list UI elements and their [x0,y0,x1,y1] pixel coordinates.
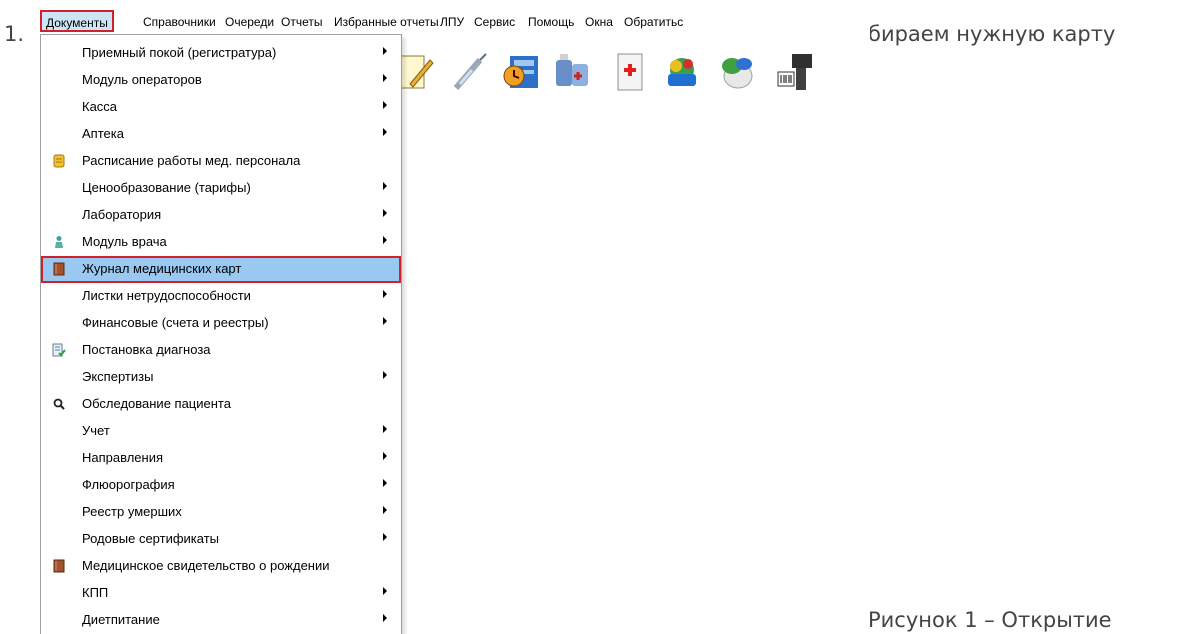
menu-item-pricing[interactable]: Ценообразование (тарифы) [41,175,401,202]
menu-item-label: Родовые сертификаты [82,531,220,546]
menu-item-label: Реестр умерших [82,504,182,519]
menu-queues[interactable]: Очереди [225,15,274,29]
syringe-icon[interactable] [450,50,490,94]
menu-item-pharmacy[interactable]: Аптека [41,121,401,148]
documents-dropdown-menu: Приемный покой (регистратура) Модуль опе… [40,34,402,634]
submenu-arrow-icon [383,452,387,460]
menu-item-label: Аптека [82,126,124,141]
menu-item-label: Приемный покой (регистратура) [82,45,277,60]
menu-item-label: Экспертизы [82,369,154,384]
menu-item-label: Финансовые (счета и реестры) [82,315,269,330]
submenu-arrow-icon [383,47,387,55]
menu-item-fluorography[interactable]: Флюорография [41,472,401,499]
menu-item-diagnosis[interactable]: Постановка диагноза [41,337,401,364]
workspace [400,98,870,634]
menu-documents[interactable]: Документы [40,10,114,32]
schedule-icon[interactable] [502,50,542,94]
menu-item-label: Модуль операторов [82,72,202,87]
submenu-arrow-icon [383,74,387,82]
pills-icon[interactable] [718,50,758,94]
book-icon [52,262,66,276]
schedule-icon [52,154,66,168]
menu-item-label: Лаборатория [82,207,162,222]
menu-item-operators[interactable]: Модуль операторов [41,67,401,94]
menu-item-staff-schedule[interactable]: Расписание работы мед. персонала [41,148,401,175]
menu-item-reception[interactable]: Приемный покой (регистратура) [41,40,401,67]
menu-item-laboratory[interactable]: Лаборатория [41,202,401,229]
submenu-arrow-icon [383,317,387,325]
menu-item-label: Направления [82,450,164,465]
menu-item-label: Касса [82,99,118,114]
submenu-arrow-icon [383,101,387,109]
menu-item-label: Постановка диагноза [82,342,211,357]
menu-item-kpp[interactable]: КПП [41,580,401,607]
step-number: 1. [4,22,25,46]
figure-caption: Рисунок 1 – Открытие [868,608,1112,632]
submenu-arrow-icon [383,506,387,514]
submenu-arrow-icon [383,371,387,379]
menu-item-sick-leave[interactable]: Листки нетрудоспособности [41,283,401,310]
toolbar [396,44,870,98]
medical-kit-icon[interactable] [610,50,650,94]
submenu-arrow-icon [383,533,387,541]
submenu-arrow-icon [383,290,387,298]
submenu-arrow-icon [383,425,387,433]
submenu-arrow-icon [383,236,387,244]
app-screenshot: Документы Справочники Очереди Отчеты Изб… [38,0,870,634]
menu-item-label: КПП [82,585,109,600]
menu-item-cashdesk[interactable]: Касса [41,94,401,121]
menu-item-deceased-registry[interactable]: Реестр умерших [41,499,401,526]
submenu-arrow-icon [383,209,387,217]
submenu-arrow-icon [383,614,387,622]
menu-references[interactable]: Справочники [143,15,216,29]
menu-item-diet[interactable]: Диетпитание [41,607,401,634]
menu-item-referrals[interactable]: Направления [41,445,401,472]
menu-windows[interactable]: Окна [585,15,613,29]
submenu-arrow-icon [383,587,387,595]
instruction-text: бираем нужную карту [868,22,1116,46]
menu-item-label: Расписание работы мед. персонала [82,153,301,168]
diagnosis-icon [52,343,66,357]
menu-item-label: Журнал медицинских карт [82,261,242,276]
menu-contact[interactable]: Обратитьс [624,15,683,29]
pharmacy-icon[interactable] [552,50,592,94]
menu-item-label: Диетпитание [82,612,160,627]
menu-item-label: Флюорография [82,477,175,492]
book-icon [52,559,66,573]
cart-icon[interactable] [662,50,702,94]
menu-lpu[interactable]: ЛПУ [440,15,464,29]
submenu-arrow-icon [383,479,387,487]
menu-item-patient-exam[interactable]: Обследование пациента [41,391,401,418]
menu-item-label: Модуль врача [82,234,167,249]
menu-item-medical-birth-certificate[interactable]: Медицинское свидетельство о рождении [41,553,401,580]
doctor-icon [52,235,66,249]
menu-item-label: Листки нетрудоспособности [82,288,251,303]
menu-item-label: Обследование пациента [82,396,231,411]
menu-item-accounting[interactable]: Учет [41,418,401,445]
barcode-scanner-icon[interactable] [774,50,814,94]
menu-item-expertise[interactable]: Экспертизы [41,364,401,391]
menu-item-doctor-module[interactable]: Модуль врача [41,229,401,256]
menu-item-label: Ценообразование (тарифы) [82,180,251,195]
menu-item-birth-certificates[interactable]: Родовые сертификаты [41,526,401,553]
search-icon [52,397,66,411]
submenu-arrow-icon [383,182,387,190]
menu-favorite-reports[interactable]: Избранные отчеты [334,15,439,29]
menu-item-label: Медицинское свидетельство о рождении [82,558,330,573]
menu-item-medical-records-journal[interactable]: Журнал медицинских карт [41,256,401,283]
notepad-icon[interactable] [396,50,436,94]
menu-item-finance[interactable]: Финансовые (счета и реестры) [41,310,401,337]
submenu-arrow-icon [383,128,387,136]
menu-help[interactable]: Помощь [528,15,574,29]
menu-service[interactable]: Сервис [474,15,515,29]
menu-reports[interactable]: Отчеты [281,15,322,29]
menu-item-label: Учет [82,423,110,438]
